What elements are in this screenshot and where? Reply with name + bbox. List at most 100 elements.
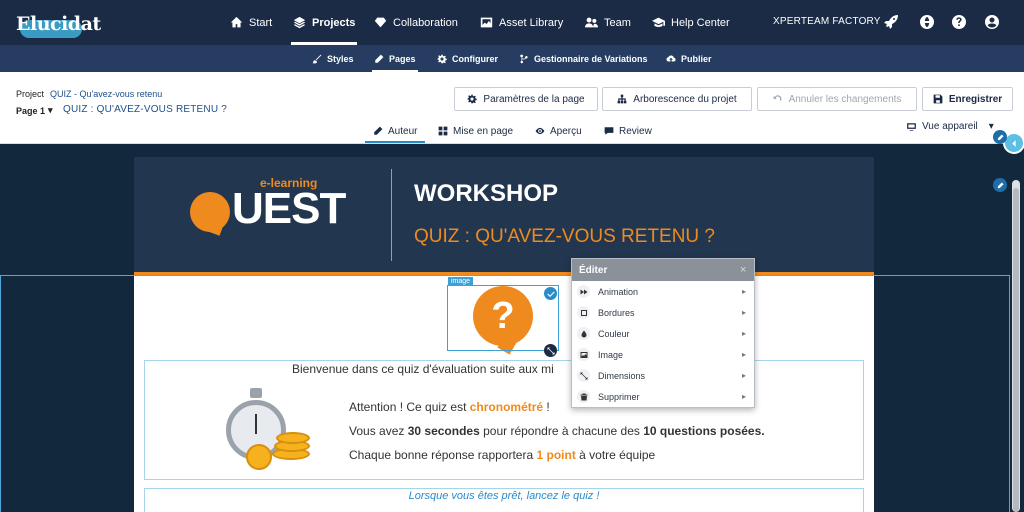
save-label: Enregistrer xyxy=(948,93,1003,105)
elucidat-logo[interactable]: Elucidat xyxy=(14,9,101,38)
quiz-time-line: Vous avez 30 secondes pour répondre à ch… xyxy=(349,424,765,438)
subnav-styles[interactable]: Styles xyxy=(312,45,354,72)
nav-projects-label: Projects xyxy=(312,16,356,29)
organization-name[interactable]: XPERTEAM FACTORY xyxy=(773,16,881,27)
layers-icon xyxy=(293,16,306,29)
start-quiz-prompt[interactable]: Lorsque vous êtes prêt, lancez le quiz ! xyxy=(144,490,864,502)
welcome-text[interactable]: Bienvenue dans ce quiz d'évaluation suit… xyxy=(292,362,572,376)
chevron-right-icon: ▸ xyxy=(741,350,746,359)
quest-logo: e-learning UEST xyxy=(188,176,348,242)
undo-changes-button[interactable]: Annuler les changements xyxy=(757,87,917,111)
quiz-points-line: Chaque bonne réponse rapportera 1 point … xyxy=(349,448,655,462)
comment-icon xyxy=(604,127,614,135)
workshop-subtitle[interactable]: QUIZ : QU'AVEZ-VOUS RETENU ? xyxy=(414,226,715,248)
page-title: QUIZ : QU'AVEZ-VOUS RETENU ? xyxy=(63,104,228,115)
menu-item-dimensions[interactable]: Dimensions ▸ xyxy=(572,365,754,386)
selected-image-frame[interactable] xyxy=(447,285,559,351)
pencil-icon xyxy=(375,54,384,63)
time-text-a: Vous avez xyxy=(349,424,408,438)
tab-apercu[interactable]: Aperçu xyxy=(531,119,586,143)
menu-item-supprimer[interactable]: Supprimer ▸ xyxy=(572,386,754,407)
resize-icon xyxy=(547,347,554,354)
branch-icon xyxy=(520,54,528,63)
menu-item-animation[interactable]: Animation ▸ xyxy=(572,281,754,302)
resize-icon xyxy=(577,369,590,382)
sub-navigation: Styles Pages Configurer Gestionnaire de … xyxy=(0,45,1024,72)
device-view-dropdown[interactable]: Vue appareil ▾ xyxy=(906,121,994,132)
project-name-link[interactable]: QUIZ - Qu'avez-vous retenu xyxy=(50,89,162,99)
menu-item-bordures-label: Bordures xyxy=(598,307,635,318)
edit-section-button[interactable] xyxy=(993,130,1007,144)
tab-review[interactable]: Review xyxy=(600,119,656,143)
pencil-icon xyxy=(374,126,383,135)
warning-end: ! xyxy=(543,400,550,414)
quest-logo-text: UEST xyxy=(232,184,346,233)
grid-icon xyxy=(438,126,448,136)
gear-icon xyxy=(437,54,447,63)
page-selector[interactable]: Page 1 ▾ xyxy=(16,105,53,116)
menu-item-couleur[interactable]: Couleur ▸ xyxy=(572,323,754,344)
cloud-upload-icon xyxy=(666,54,676,62)
image-type-tag: image xyxy=(448,277,474,286)
image-icon xyxy=(577,348,590,361)
quest-logo-q xyxy=(190,192,230,232)
subnav-pages[interactable]: Pages xyxy=(372,45,418,72)
chevron-right-icon: ▸ xyxy=(741,329,746,338)
project-tree-label: Arborescence du projet xyxy=(633,93,737,105)
globe-icon[interactable] xyxy=(919,14,935,30)
rocket-icon[interactable] xyxy=(883,14,899,30)
page-toolbar: Project QUIZ - Qu'avez-vous retenu Page 1… xyxy=(0,72,1024,144)
pencil-icon xyxy=(997,181,1004,188)
project-tree-button[interactable]: Arborescence du projet xyxy=(602,87,752,111)
nav-projects[interactable]: Projects xyxy=(290,0,358,45)
tab-auteur[interactable]: Auteur xyxy=(364,119,426,143)
image-confirm-button[interactable] xyxy=(544,287,557,300)
subnav-publier-label: Publier xyxy=(681,53,712,64)
page-settings-button[interactable]: Paramètres de la page xyxy=(454,87,598,111)
menu-item-dimensions-label: Dimensions xyxy=(598,370,646,381)
floppy-icon xyxy=(933,94,943,104)
tab-apercu-label: Aperçu xyxy=(550,125,582,137)
project-label: Project xyxy=(16,89,45,99)
tab-mise-en-page[interactable]: Mise en page xyxy=(434,119,517,143)
undo-changes-label: Annuler les changements xyxy=(788,93,902,105)
subnav-configurer[interactable]: Configurer xyxy=(437,45,498,72)
help-icon[interactable] xyxy=(951,14,967,30)
eye-icon xyxy=(535,127,545,135)
nav-team[interactable]: Team xyxy=(585,0,631,45)
coin-dollar xyxy=(246,444,272,470)
scrollbar-thumb[interactable] xyxy=(1013,188,1019,512)
subnav-publier[interactable]: Publier xyxy=(666,45,712,72)
points-text-c: à votre équipe xyxy=(575,448,656,462)
stopwatch-hand xyxy=(255,414,257,434)
diamond-icon xyxy=(374,17,387,28)
pencil-icon xyxy=(997,133,1004,140)
edit-header-button[interactable] xyxy=(993,178,1007,192)
menu-item-supprimer-label: Supprimer xyxy=(598,391,640,402)
home-icon xyxy=(230,16,243,28)
menu-item-image[interactable]: Image ▸ xyxy=(572,344,754,365)
nav-collaboration[interactable]: Collaboration xyxy=(374,0,458,45)
check-icon xyxy=(546,291,555,297)
nav-asset-library[interactable]: Asset Library xyxy=(480,0,563,45)
workshop-title[interactable]: WORKSHOP xyxy=(414,180,558,208)
device-view-label: Vue appareil xyxy=(922,121,978,132)
edit-context-menu: Éditer × Animation ▸ Bordures ▸ Couleur … xyxy=(571,258,755,408)
save-button[interactable]: Enregistrer xyxy=(922,87,1013,111)
points-highlight: 1 point xyxy=(536,448,576,462)
close-icon[interactable]: × xyxy=(740,264,746,276)
project-breadcrumb: Project QUIZ - Qu'avez-vous retenu xyxy=(16,89,162,99)
header-divider xyxy=(391,169,392,261)
warning-text: Attention ! Ce quiz est xyxy=(349,400,470,414)
chevron-down-icon: ▾ xyxy=(48,105,53,115)
nav-help-center[interactable]: Help Center xyxy=(652,0,730,45)
menu-item-animation-label: Animation xyxy=(598,286,639,297)
nav-start[interactable]: Start xyxy=(230,0,272,45)
image-resize-handle[interactable] xyxy=(544,344,557,357)
subnav-variations[interactable]: Gestionnaire de Variations xyxy=(519,45,648,72)
undo-icon xyxy=(773,95,782,101)
quiz-warning-line: Attention ! Ce quiz est chronométré ! xyxy=(349,400,550,414)
collapse-arrows-icon xyxy=(1011,139,1016,147)
user-icon[interactable] xyxy=(984,14,1000,30)
menu-item-bordures[interactable]: Bordures ▸ xyxy=(572,302,754,323)
